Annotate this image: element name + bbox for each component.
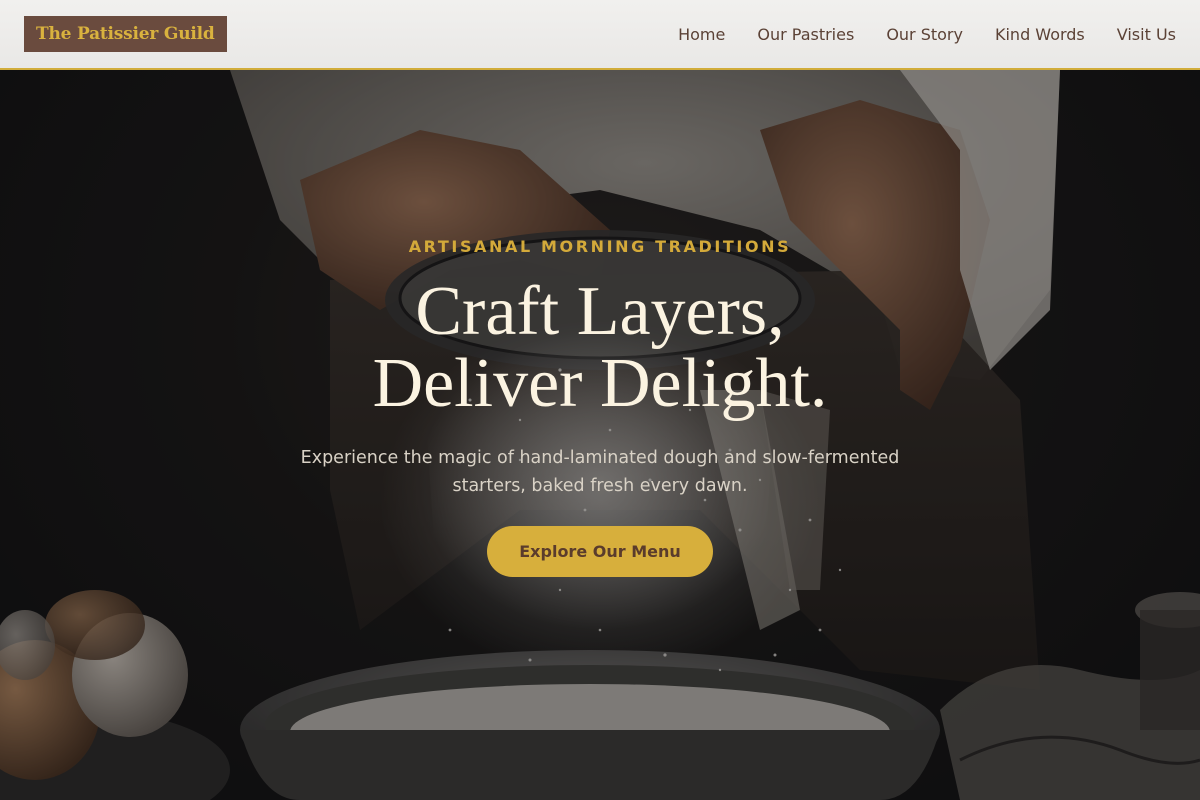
explore-menu-button[interactable]: Explore Our Menu <box>487 526 713 577</box>
hero-subtitle: Experience the magic of hand-laminated d… <box>300 448 900 496</box>
site-header: The Patissier Guild Home Our Pastries Ou… <box>0 0 1200 70</box>
page: The Patissier Guild Home Our Pastries Ou… <box>0 0 1200 800</box>
hero-headline-line-2: Deliver Delight. <box>372 345 828 422</box>
nav-link-our-story[interactable]: Our Story <box>886 25 963 44</box>
hero-headline-line-1: Craft Layers, <box>415 273 785 350</box>
nav-link-home[interactable]: Home <box>678 25 725 44</box>
main-nav: Home Our Pastries Our Story Kind Words V… <box>678 0 1176 68</box>
hero-eyebrow: ARTISANAL MORNING TRADITIONS <box>408 237 792 256</box>
nav-link-our-pastries[interactable]: Our Pastries <box>757 25 854 44</box>
hero-section: ARTISANAL MORNING TRADITIONS Craft Layer… <box>0 0 1200 800</box>
hero-headline: Craft Layers, Deliver Delight. <box>0 276 1200 420</box>
site-logo[interactable]: The Patissier Guild <box>24 16 227 52</box>
nav-link-visit-us[interactable]: Visit Us <box>1117 25 1176 44</box>
nav-link-kind-words[interactable]: Kind Words <box>995 25 1085 44</box>
